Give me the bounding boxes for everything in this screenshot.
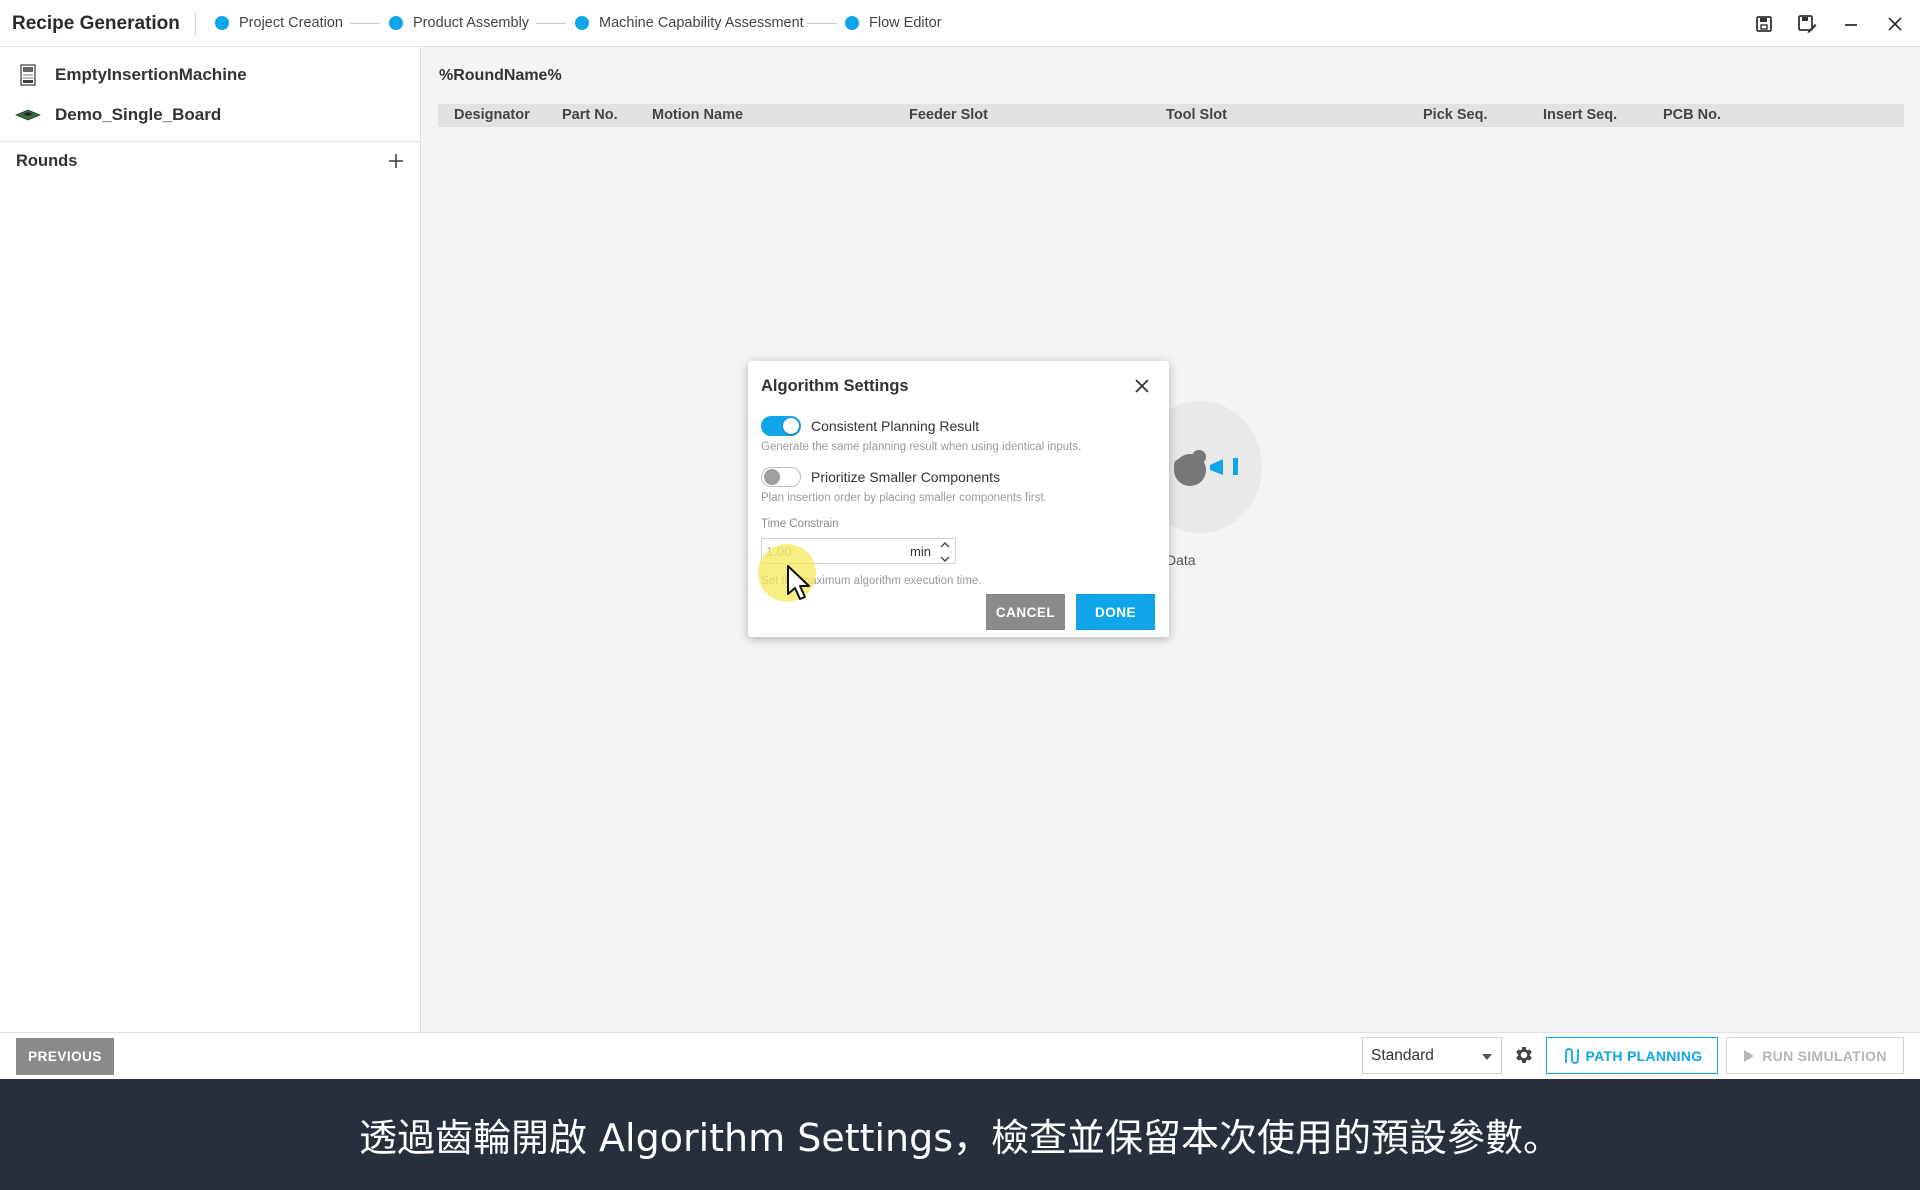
close-window-button[interactable] bbox=[1881, 10, 1909, 38]
done-button[interactable]: DONE bbox=[1076, 594, 1155, 630]
time-unit: min bbox=[910, 544, 931, 559]
title-bar: Recipe Generation Project Creation Produ… bbox=[0, 0, 1920, 47]
table-header: Designator Part No. Motion Name Feeder S… bbox=[438, 104, 1904, 127]
column-header: Part No. bbox=[562, 107, 618, 123]
save-as-button[interactable] bbox=[1793, 10, 1821, 38]
sidebar-item-board[interactable]: Demo_Single_Board bbox=[14, 100, 221, 130]
route-icon bbox=[1564, 1047, 1579, 1064]
minimize-button[interactable] bbox=[1837, 10, 1865, 38]
sidebar-divider bbox=[0, 141, 420, 142]
run-simulation-label: RUN SIMULATION bbox=[1762, 1047, 1887, 1064]
column-header: Pick Seq. bbox=[1423, 107, 1488, 123]
column-header: Insert Seq. bbox=[1543, 107, 1618, 123]
step-connector bbox=[807, 23, 837, 24]
column-header: Motion Name bbox=[652, 107, 744, 123]
step-flow-editor[interactable]: Flow Editor bbox=[845, 0, 942, 46]
bottom-toolbar: PREVIOUS Standard PATH PLANNING RUN SIMU… bbox=[0, 1032, 1920, 1079]
option-label: Prioritize Smaller Components bbox=[811, 469, 1001, 485]
time-constrain-label: Time Constrain bbox=[761, 518, 839, 530]
mouse-cursor-icon bbox=[787, 565, 810, 600]
column-header: PCB No. bbox=[1663, 107, 1721, 123]
step-label: Product Assembly bbox=[413, 15, 530, 31]
toggle-knob bbox=[764, 469, 780, 485]
mode-select-value: Standard bbox=[1371, 1047, 1434, 1064]
step-connector bbox=[350, 23, 380, 24]
sidebar-item-label: Demo_Single_Board bbox=[55, 105, 222, 124]
sidebar-item-machine[interactable]: EmptyInsertionMachine bbox=[14, 60, 247, 90]
tutorial-caption: 透過齒輪開啟 Algorithm Settings，檢查並保留本次使用的預設參數… bbox=[0, 1079, 1920, 1190]
close-icon bbox=[1135, 379, 1149, 393]
save-button[interactable] bbox=[1750, 10, 1778, 38]
chevron-down-icon bbox=[1482, 1054, 1492, 1060]
option-label: Consistent Planning Result bbox=[811, 418, 980, 434]
dialog-close-button[interactable] bbox=[1131, 375, 1153, 397]
column-header: Designator bbox=[454, 107, 530, 123]
plus-icon bbox=[389, 154, 403, 168]
step-label: Flow Editor bbox=[869, 15, 942, 31]
consistent-planning-toggle[interactable] bbox=[761, 416, 801, 436]
step-connector bbox=[536, 23, 566, 24]
step-label: Project Creation bbox=[239, 15, 343, 31]
column-header: Tool Slot bbox=[1166, 107, 1227, 123]
step-project-creation[interactable]: Project Creation bbox=[215, 0, 343, 46]
number-stepper[interactable] bbox=[938, 542, 952, 562]
step-label: Machine Capability Assessment bbox=[599, 15, 804, 31]
save-icon bbox=[1756, 16, 1772, 32]
step-dot-icon bbox=[845, 16, 859, 30]
add-round-button[interactable] bbox=[384, 149, 408, 173]
title-separator bbox=[195, 12, 196, 36]
run-simulation-button[interactable]: RUN SIMULATION bbox=[1726, 1037, 1904, 1074]
app-title: Recipe Generation bbox=[12, 13, 180, 34]
prioritize-smaller-toggle[interactable] bbox=[761, 467, 801, 487]
option-help: Plan insertion order by placing smaller … bbox=[761, 492, 1047, 504]
path-planning-button[interactable]: PATH PLANNING bbox=[1546, 1037, 1718, 1074]
machine-icon bbox=[14, 63, 42, 87]
previous-button[interactable]: PREVIOUS bbox=[16, 1038, 114, 1075]
cancel-button[interactable]: CANCEL bbox=[986, 594, 1065, 630]
step-product-assembly[interactable]: Product Assembly bbox=[389, 0, 529, 46]
column-header: Feeder Slot bbox=[909, 107, 988, 123]
chevron-up-icon bbox=[940, 542, 950, 548]
gear-icon bbox=[1516, 1047, 1532, 1063]
sidebar-item-label: EmptyInsertionMachine bbox=[55, 65, 247, 84]
rounds-label: Rounds bbox=[16, 152, 78, 170]
mode-select[interactable]: Standard bbox=[1362, 1037, 1502, 1074]
step-dot-icon bbox=[575, 16, 589, 30]
option-help: Generate the same planning result when u… bbox=[761, 441, 1082, 453]
chevron-down-icon bbox=[940, 556, 950, 562]
board-icon bbox=[14, 103, 42, 127]
toggle-knob bbox=[783, 418, 799, 434]
round-name-title: %RoundName% bbox=[439, 67, 562, 84]
save-as-icon bbox=[1798, 15, 1817, 33]
path-planning-label: PATH PLANNING bbox=[1585, 1047, 1703, 1064]
close-icon bbox=[1888, 17, 1902, 31]
step-machine-capability-assessment[interactable]: Machine Capability Assessment bbox=[575, 0, 804, 46]
play-icon bbox=[1744, 1049, 1755, 1062]
step-dot-icon bbox=[215, 16, 229, 30]
minimize-icon bbox=[1845, 24, 1857, 26]
empty-data-label: Data bbox=[1166, 552, 1196, 568]
step-dot-icon bbox=[389, 16, 403, 30]
dialog-title: Algorithm Settings bbox=[761, 377, 909, 395]
algorithm-settings-button[interactable] bbox=[1511, 1042, 1537, 1068]
sidebar: EmptyInsertionMachine Demo_Single_Board … bbox=[0, 47, 421, 1032]
